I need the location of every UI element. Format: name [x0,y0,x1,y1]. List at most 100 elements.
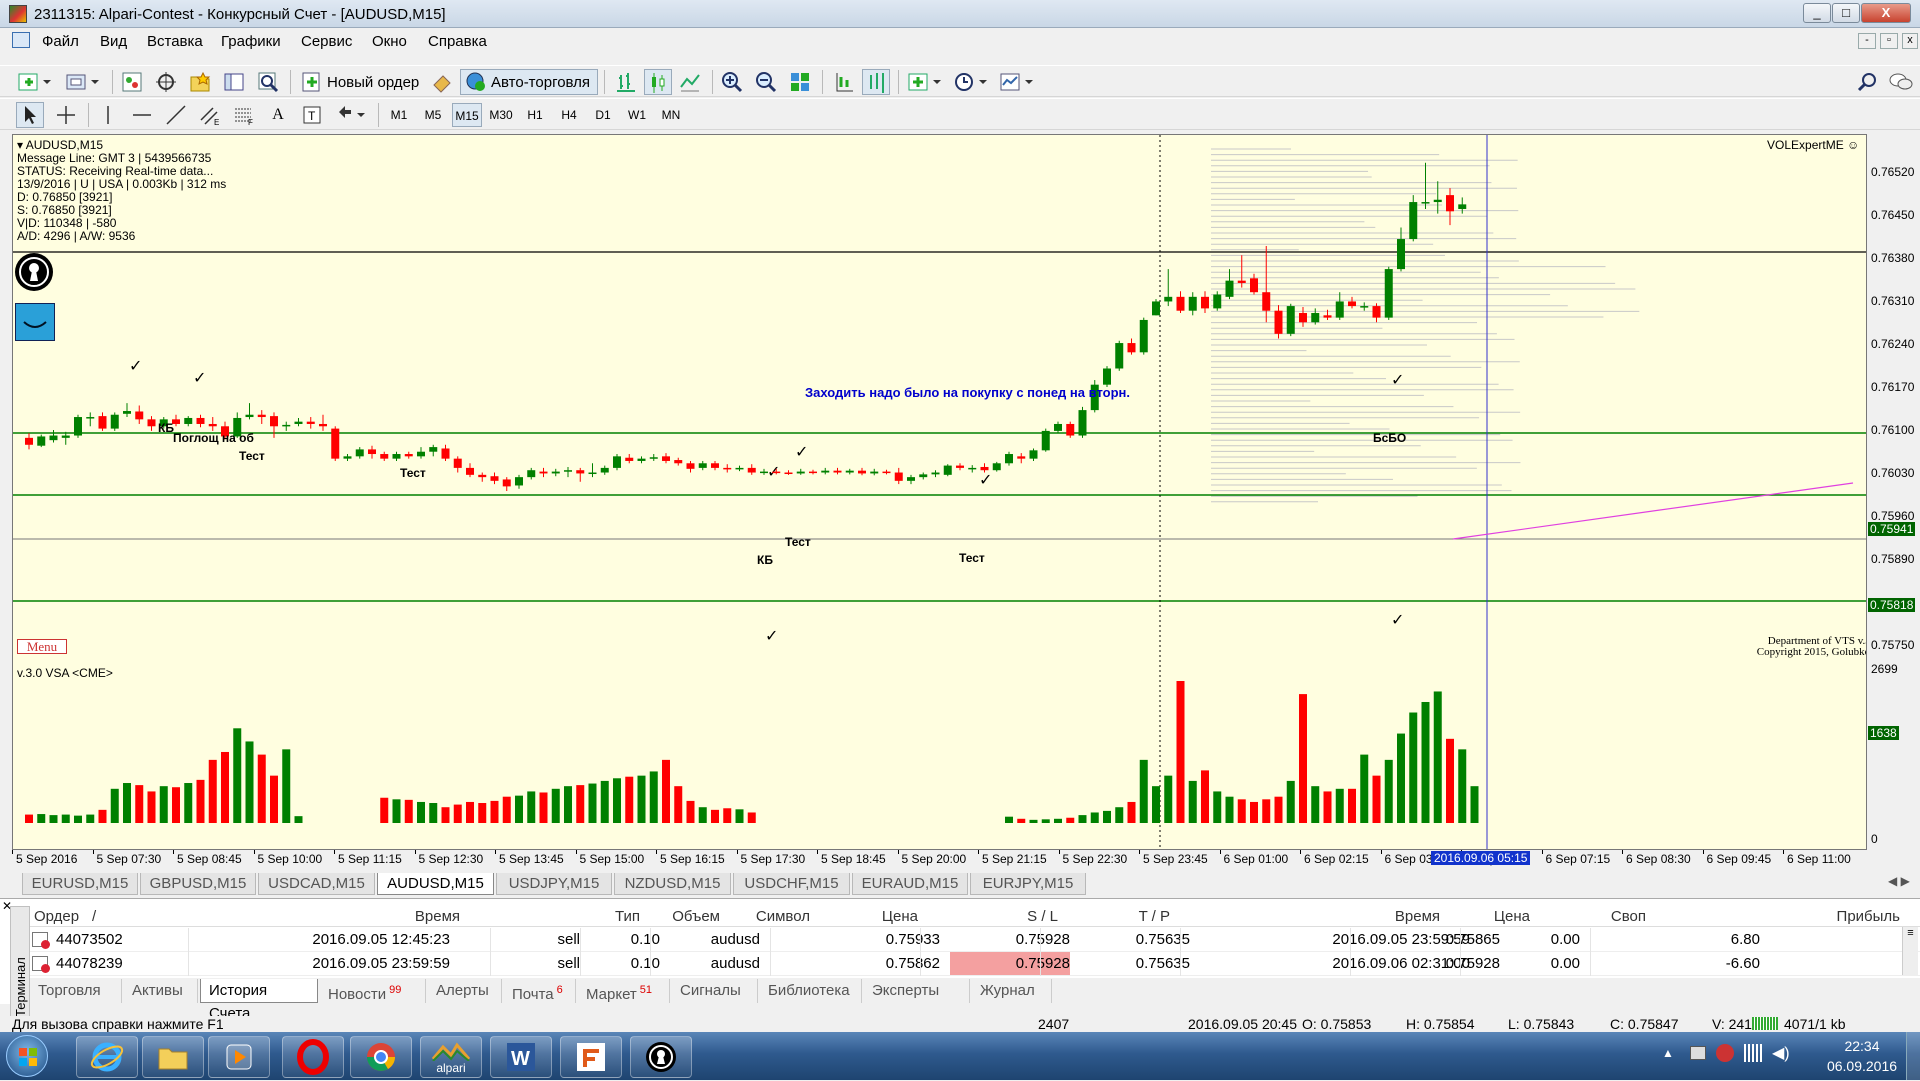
taskbar-internet-explorer[interactable] [76,1036,138,1078]
candlestick-button[interactable] [644,69,672,95]
new-chart-button[interactable] [14,69,56,95]
trendline-button[interactable] [162,102,190,128]
column-header[interactable]: Прибыль [1650,908,1900,925]
chart-tab[interactable]: AUDUSD,M15 [377,873,494,895]
column-header[interactable]: Своп [1510,908,1646,925]
zoom-out-button[interactable] [752,69,780,95]
taskbar-alpari[interactable]: alpari [420,1036,482,1078]
price-chart[interactable]: ✓ ✓ ✓ ✓ ✓ ✓ ✓ ✓ [13,135,1867,850]
chart-tab[interactable]: USDCAD,M15 [258,873,375,895]
column-header[interactable]: Ордер [34,908,79,925]
crosshair-button[interactable] [52,102,80,128]
taskbar-file-explorer[interactable] [142,1036,204,1078]
chart-window[interactable]: ✓ ✓ ✓ ✓ ✓ ✓ ✓ ✓ ▾ AUDUSD,M15 Message Line: GMT … [12,134,1867,850]
metaeditor-button[interactable] [428,69,456,95]
taskbar-chrome[interactable] [350,1036,412,1078]
profiles-button[interactable] [62,69,104,95]
timeframe-m30[interactable]: M30 [486,103,516,127]
timeframe-mn[interactable]: MN [656,103,686,127]
text-tool-button[interactable]: A [264,102,292,128]
indicators-button[interactable] [904,69,946,95]
arrows-button[interactable] [332,102,370,128]
cursor-button[interactable] [16,102,44,128]
menu-charts[interactable]: Графики [221,33,281,50]
inner-minimize-button[interactable]: - [1858,33,1876,49]
table-row[interactable]: 44073502 2016.09.05 12:45:23 sell 0.10 audus… [30,928,1920,952]
horizontal-line-button[interactable] [128,102,156,128]
menu-tools[interactable]: Сервис [301,33,352,50]
table-scrollbar[interactable]: ≡ [1902,927,1918,975]
equidistant-channel-button[interactable]: E [196,102,224,128]
terminal-tab[interactable]: История Счета [200,979,318,1022]
templates-button[interactable] [996,69,1038,95]
bar-chart-button[interactable] [612,69,640,95]
text-label-button[interactable]: T [298,102,326,128]
terminal-tab[interactable]: Маркет 51 [578,979,670,1003]
chart-window-icon[interactable] [12,32,30,48]
chat-button[interactable] [1886,69,1916,95]
tray-show-hidden-icon[interactable]: ▲ [1662,1046,1674,1060]
tray-volume-icon[interactable]: ◀) [1772,1043,1790,1063]
timeframe-m5[interactable]: M5 [418,103,448,127]
clock-date[interactable]: 06.09.2016 [1826,1058,1898,1074]
navigator-button[interactable] [186,69,214,95]
periods-button[interactable] [950,69,992,95]
terminal-side-tab[interactable]: Терминал [10,906,30,1024]
timeframe-d1[interactable]: D1 [588,103,618,127]
menu-window[interactable]: Окно [372,33,407,50]
taskbar-media-player[interactable] [208,1036,270,1078]
menu-help[interactable]: Справка [428,33,487,50]
menu-file[interactable]: Файл [42,33,79,50]
minimize-button[interactable]: _ [1803,3,1831,23]
show-desktop-button[interactable] [1906,1032,1920,1080]
start-button[interactable] [6,1035,48,1077]
taskbar-opera[interactable] [282,1036,344,1078]
terminal-tab[interactable]: Почта 6 [504,979,576,1003]
inner-restore-button[interactable]: ▫ [1880,33,1898,49]
column-header[interactable]: S / L [928,908,1058,925]
tray-security-icon[interactable] [1716,1044,1734,1062]
tray-flag-icon[interactable] [1690,1046,1706,1060]
autoscroll-button[interactable] [830,69,858,95]
taskbar-key-app[interactable] [630,1036,692,1078]
timeframe-h4[interactable]: H4 [554,103,584,127]
taskbar-word[interactable]: W [490,1036,552,1078]
line-chart-button[interactable] [676,69,704,95]
zoom-in-button[interactable] [718,69,746,95]
terminal-tab[interactable]: Алерты [428,979,502,1003]
search-button[interactable] [1854,69,1882,95]
terminal-button[interactable] [220,69,248,95]
maximize-button[interactable]: □ [1832,3,1860,23]
tile-windows-button[interactable] [786,69,814,95]
new-order-button[interactable]: Новый ордер [296,69,424,95]
chart-shift-button[interactable] [862,69,890,95]
chart-tab[interactable]: USDJPY,M15 [496,873,612,895]
terminal-tab[interactable]: Библиотека [760,979,862,1003]
terminal-tab[interactable]: Журнал [972,979,1052,1003]
column-header[interactable]: / [92,908,112,925]
column-header[interactable]: Время [260,908,460,925]
menu-insert[interactable]: Вставка [147,33,203,50]
column-header[interactable]: T / P [1050,908,1170,925]
terminal-tab[interactable]: Торговля [30,979,122,1003]
chart-tab[interactable]: EURUSD,M15 [22,873,138,895]
chart-tab[interactable]: USDCHF,M15 [733,873,850,895]
terminal-tab[interactable]: Новости 99 [320,979,426,1003]
terminal-tab[interactable]: Сигналы [672,979,758,1003]
timeframe-h1[interactable]: H1 [520,103,550,127]
terminal-tab[interactable]: Эксперты [864,979,970,1003]
chart-tab[interactable]: EURJPY,M15 [970,873,1086,895]
tab-scroll-icon[interactable]: ◀ ▶ [1888,874,1910,888]
terminal-tab[interactable]: Активы [124,979,198,1003]
strategy-tester-button[interactable] [254,69,282,95]
keyhole-logo[interactable] [15,253,53,291]
auto-trading-button[interactable]: Авто-торговля [460,69,598,95]
timeframe-w1[interactable]: W1 [622,103,652,127]
menu-view[interactable]: Вид [100,33,127,50]
tray-network-icon[interactable] [1744,1044,1762,1062]
column-header[interactable]: Цена [768,908,918,925]
vertical-line-button[interactable] [94,102,122,128]
chart-tab[interactable]: EURAUD,M15 [852,873,968,895]
close-button[interactable]: X [1861,3,1911,23]
smile-button[interactable] [15,303,55,341]
